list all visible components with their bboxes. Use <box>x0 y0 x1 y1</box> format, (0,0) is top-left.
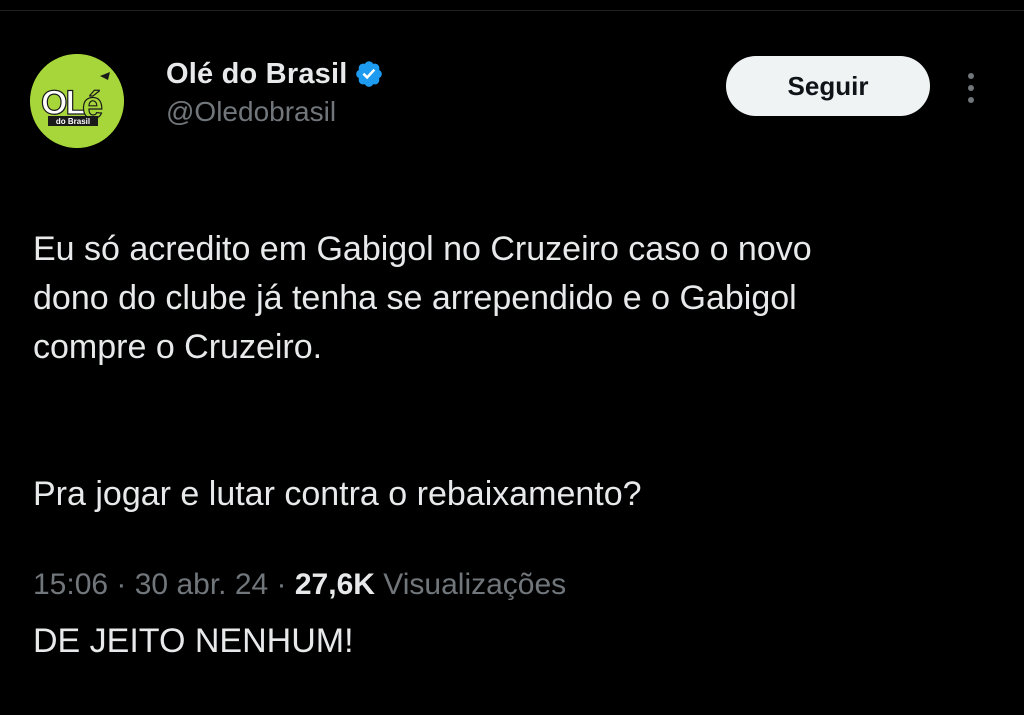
more-options-icon[interactable] <box>954 66 988 110</box>
svg-text:do Brasil: do Brasil <box>56 117 90 126</box>
author-display-name[interactable]: Olé do Brasil <box>166 58 348 91</box>
meta-separator: · <box>268 568 295 601</box>
more-dot <box>968 73 974 79</box>
tweet-time[interactable]: 15:06 <box>33 568 108 601</box>
avatar[interactable]: OL é do Brasil <box>30 54 124 148</box>
meta-separator: · <box>108 568 135 601</box>
views-count[interactable]: 27,6K <box>295 568 375 601</box>
ole-logo-icon: OL é do Brasil <box>30 54 124 148</box>
tweet-paragraph: DE JEITO NENHUM! <box>33 622 354 660</box>
tweet-meta: 15:06 · 30 abr. 24 · 27,6K Visualizações <box>33 568 566 602</box>
top-divider <box>0 10 1024 11</box>
tweet-date[interactable]: 30 abr. 24 <box>135 568 268 601</box>
author-name-row: Olé do Brasil <box>166 54 384 94</box>
author-handle[interactable]: @Oledobrasil <box>166 96 336 128</box>
tweet-paragraph: Pra jogar e lutar contra o rebaixamento? <box>33 475 642 513</box>
follow-button[interactable]: Seguir <box>726 56 930 116</box>
tweet-text: Eu só acredito em Gabigol no Cruzeiro ca… <box>33 176 993 715</box>
more-dot <box>968 85 974 91</box>
tweet-paragraph: Eu só acredito em Gabigol no Cruzeiro ca… <box>33 230 812 366</box>
views-label: Visualizações <box>374 568 567 601</box>
more-dot <box>968 97 974 103</box>
verified-badge-icon <box>354 59 384 89</box>
